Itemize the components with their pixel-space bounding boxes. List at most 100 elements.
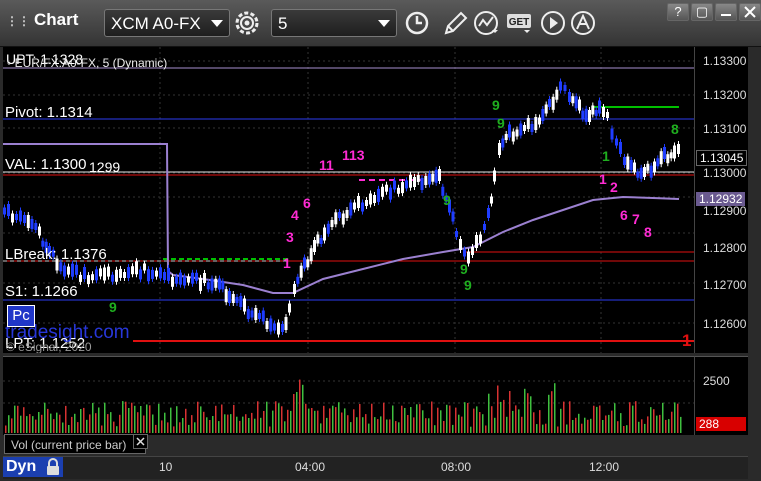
volume-bar [194,422,196,433]
volume-bar [260,417,262,433]
volume-bar [593,405,595,433]
volume-bar [575,417,577,433]
volume-bar [239,420,241,433]
volume-bar [11,418,13,433]
time-label: 08:00 [441,460,472,474]
volume-bar [206,417,208,433]
volume-bar [422,410,424,433]
minimize-button[interactable] [715,3,737,21]
time-label: 12:00 [589,460,620,474]
volume-bar [503,399,505,433]
volume-bar [665,419,667,433]
volume-chart [3,379,694,433]
seq-number: 7 [632,211,640,227]
volume-bar [371,403,373,433]
volume-bar [14,405,16,433]
gear-button[interactable] [232,9,262,37]
volume-tick: 2500 [703,374,730,388]
volume-bar [509,391,511,433]
volume-bar [224,414,226,433]
seq-number: 1 [602,148,610,164]
pen-button[interactable] [440,9,470,37]
volume-bar [278,403,280,433]
volume-bar [548,394,550,433]
right-scroll-strip[interactable] [748,47,761,481]
seq-number: 1 [283,255,291,271]
get-icon: GET [507,14,531,33]
play-button[interactable] [538,9,568,37]
navigate-button[interactable] [568,9,598,37]
volume-bar [401,405,403,433]
price-plot[interactable]: UPT: 1.1328 ◦ EUR/FX:A0-FX, 5 (Dynamic) … [3,47,694,353]
volume-bar [80,409,82,433]
volume-bar [128,408,130,433]
volume-label-text: Vol (current price bar) [11,438,127,452]
volume-bar [455,407,457,433]
copyright: © eSignal, 2020 [6,340,92,353]
volume-bar [131,402,133,433]
study-button[interactable] [472,9,502,37]
volume-bar [290,410,292,433]
volume-bar [32,416,34,433]
volume-bar [296,392,298,433]
app-title[interactable]: ⋮⋮ Chart [6,10,78,30]
volume-panel[interactable] [3,356,694,435]
volume-bar [275,401,277,433]
volume-bar [542,424,544,433]
volume-bar [347,415,349,433]
interval-dropdown[interactable]: 5 [271,9,397,37]
volume-bar [173,426,175,433]
volume-bar [161,420,163,433]
volume-bar [470,426,472,433]
volume-bar [350,422,352,433]
seq-number: 2 [610,179,618,195]
get-button[interactable]: GET [505,9,535,37]
chart-header: ◦ EUR/FX:A0-FX, 5 (Dynamic) [7,56,167,70]
dots-icon[interactable]: ⋮⋮ [6,14,30,28]
volume-bar [527,393,529,433]
volume-bar [8,415,10,433]
clock-button[interactable] [402,9,432,37]
volume-bar [389,419,391,433]
help-button[interactable]: ? [667,3,689,21]
symbol-dropdown[interactable]: XCM A0-FX [104,9,230,37]
volume-bar [281,406,283,433]
volume-bar [440,410,442,433]
volume-bar [221,404,223,433]
volume-bar [257,401,259,433]
seq-number: 9 [443,192,451,208]
volume-bar [479,412,481,433]
seq-number: 11 [319,157,334,173]
volume-bar [680,416,682,433]
price-tick: 1.13300 [703,54,747,68]
close-window-button[interactable] [739,3,761,21]
volume-bar [149,405,151,433]
volume-bar [209,420,211,433]
pc-badge[interactable]: Pc [7,305,35,327]
pen-icon [444,11,468,35]
restore-button[interactable]: ▢ [691,3,713,21]
price-chart[interactable] [3,47,694,353]
dyn-button[interactable]: Dyn [3,457,63,477]
candles [3,78,680,338]
title-bar: ⋮⋮ Chart XCM A0-FX 5 GET ? ▢ [0,0,761,47]
interval-text: 5 [278,14,288,33]
app-title-text: Chart [34,10,79,29]
volume-bar [590,418,592,433]
volume-bar [185,408,187,433]
volume-bar [212,416,214,433]
volume-bar [230,414,232,433]
volume-bar [362,417,364,433]
seq-number: 8 [644,224,652,240]
volume-bar [59,414,61,433]
time-axis[interactable]: 10 04:00 08:00 12:00 [3,456,748,479]
volume-bar [89,414,91,433]
volume-bar [29,414,31,433]
volume-bar [251,412,253,433]
volume-bar [674,402,676,433]
volume-close-button[interactable] [133,434,148,449]
price-axis[interactable]: 1.13300 1.13200 1.13100 1.13000 1.12900 … [694,47,749,353]
volume-bar [140,406,142,433]
volume-bar [395,421,397,433]
volume-bar [38,412,40,433]
